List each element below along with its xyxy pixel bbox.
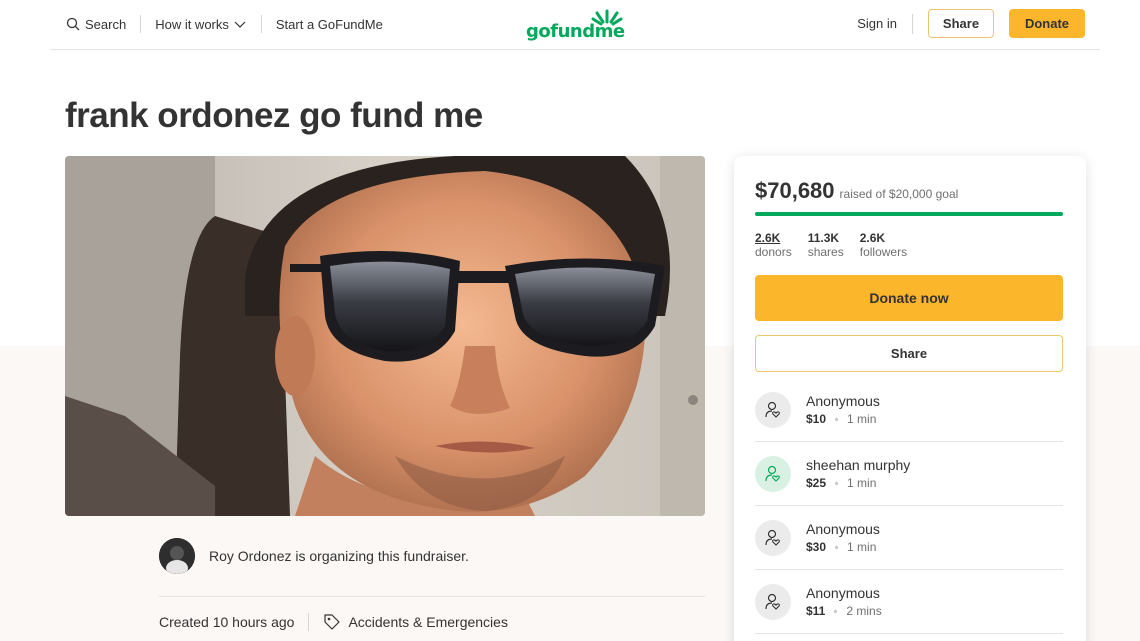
donor-avatar bbox=[755, 391, 791, 428]
donation-amount: $30 bbox=[806, 540, 827, 554]
donation-item: sheehan murphy $25 1 min bbox=[755, 442, 1063, 506]
nav-divider bbox=[912, 13, 913, 34]
donation-time: 1 min bbox=[847, 540, 877, 554]
stat-number: 2.6K bbox=[755, 231, 781, 245]
chevron-down-icon bbox=[234, 21, 246, 28]
sign-in-link[interactable]: Sign in bbox=[857, 16, 897, 31]
donor-heart-icon bbox=[765, 465, 780, 482]
how-it-works-menu[interactable]: How it works bbox=[155, 17, 247, 32]
organizer-row: Roy Ordonez is organizing this fundraise… bbox=[159, 538, 469, 574]
separator-dot bbox=[835, 481, 839, 485]
meta-divider bbox=[308, 613, 310, 631]
donation-item: Anonymous $10 1 min bbox=[755, 378, 1063, 442]
donation-amount: $25 bbox=[806, 476, 827, 490]
nav-divider bbox=[140, 15, 142, 33]
created-time: Created 10 hours ago bbox=[159, 614, 295, 630]
share-button[interactable]: Share bbox=[755, 335, 1063, 372]
category-link[interactable]: Accidents & Emergencies bbox=[348, 614, 508, 630]
raised-amount: $70,680 bbox=[755, 178, 835, 203]
donation-time: 1 min bbox=[847, 476, 877, 490]
recent-donations-list: Anonymous $10 1 min sheehan murphy $25 1… bbox=[755, 378, 1063, 634]
start-gofundme-link[interactable]: Start a GoFundMe bbox=[276, 17, 383, 32]
stat-number: 2.6K bbox=[859, 231, 886, 245]
progress-fill bbox=[755, 212, 1063, 216]
stat-number: 11.3K bbox=[807, 231, 840, 245]
raised-goal: raised of $20,000 goal bbox=[839, 187, 959, 201]
donation-time: 2 mins bbox=[846, 604, 882, 618]
campaign-meta: Created 10 hours ago Accidents & Emergen… bbox=[159, 613, 508, 631]
campaign-photo[interactable] bbox=[65, 156, 705, 516]
raised-summary: $70,680 raised of $20,000 goal bbox=[755, 178, 958, 204]
stat-followers: 2.6K followers bbox=[860, 231, 907, 259]
separator-dot bbox=[834, 609, 838, 613]
site-header: Search How it works Start a GoFundMe gof… bbox=[50, 0, 1100, 50]
donation-item: Anonymous $11 2 mins bbox=[755, 570, 1063, 634]
nav-divider bbox=[260, 15, 262, 33]
campaign-photo-image bbox=[65, 156, 705, 516]
search-label: Search bbox=[85, 16, 127, 32]
logo-burst-icon bbox=[591, 9, 623, 26]
donor-name: sheehan murphy bbox=[806, 457, 911, 473]
stat-label: donors bbox=[755, 245, 792, 259]
progress-bar bbox=[755, 212, 1063, 216]
how-it-works-label: How it works bbox=[155, 16, 229, 32]
divider bbox=[159, 596, 705, 597]
donor-name: Anonymous bbox=[806, 521, 880, 537]
stats-row: 2.6K donors 11.3K shares 2.6K followers bbox=[755, 231, 923, 259]
donate-now-button[interactable]: Donate now bbox=[755, 275, 1063, 321]
start-gofundme-label: Start a GoFundMe bbox=[275, 16, 383, 32]
tag-icon bbox=[324, 614, 341, 630]
donor-heart-icon bbox=[765, 529, 780, 546]
donor-avatar bbox=[755, 519, 791, 556]
organizer-avatar[interactable] bbox=[159, 538, 195, 574]
donation-time: 1 min bbox=[847, 412, 877, 426]
donation-amount: $10 bbox=[806, 412, 827, 426]
donor-avatar bbox=[755, 583, 791, 620]
header-donate-button[interactable]: Donate bbox=[1009, 9, 1085, 38]
page-title: frank ordonez go fund me bbox=[65, 96, 483, 135]
donation-amount: $11 bbox=[806, 604, 826, 618]
header-share-button[interactable]: Share bbox=[928, 9, 994, 38]
nav-left: Search How it works Start a GoFundMe bbox=[66, 0, 383, 48]
donation-item: Anonymous $30 1 min bbox=[755, 506, 1063, 570]
separator-dot bbox=[835, 417, 839, 421]
stat-label: shares bbox=[807, 245, 844, 259]
stat-donors[interactable]: 2.6K donors bbox=[755, 231, 792, 259]
nav-right: Sign in Share Donate bbox=[857, 9, 1085, 38]
donation-sidebar: $70,680 raised of $20,000 goal 2.6K dono… bbox=[734, 156, 1086, 641]
separator-dot bbox=[835, 545, 839, 549]
organizer-text: Roy Ordonez is organizing this fundraise… bbox=[209, 548, 469, 564]
donor-name: Anonymous bbox=[806, 393, 880, 409]
donor-avatar bbox=[755, 455, 791, 492]
gofundme-logo[interactable]: gofundme bbox=[526, 8, 626, 42]
donor-heart-icon bbox=[765, 593, 780, 610]
donor-name: Anonymous bbox=[806, 585, 880, 601]
search-icon bbox=[66, 17, 80, 31]
stat-label: followers bbox=[859, 245, 908, 259]
search-link[interactable]: Search bbox=[66, 17, 126, 32]
stat-shares: 11.3K shares bbox=[808, 231, 844, 259]
donor-heart-icon bbox=[765, 401, 780, 418]
